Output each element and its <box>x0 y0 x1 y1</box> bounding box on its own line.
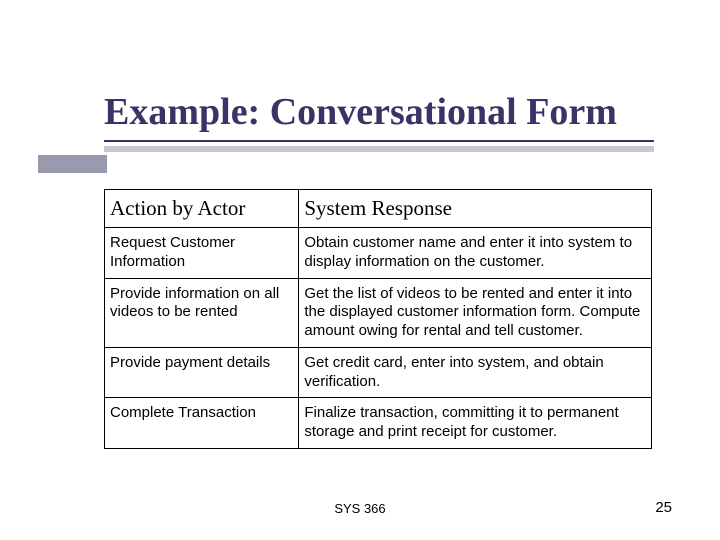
slide-title: Example: Conversational Form <box>104 90 644 140</box>
cell-system: Finalize transaction, committing it to p… <box>299 398 652 449</box>
table-row: Provide information on all videos to be … <box>105 278 652 347</box>
cell-system: Obtain customer name and enter it into s… <box>299 228 652 279</box>
table-row: Provide payment details Get credit card,… <box>105 347 652 398</box>
title-underline-light <box>104 146 654 152</box>
title-group: Example: Conversational Form <box>104 90 644 152</box>
cell-actor: Complete Transaction <box>105 398 299 449</box>
footer-course: SYS 366 <box>0 501 720 516</box>
accent-bar <box>38 155 107 173</box>
cell-actor: Provide payment details <box>105 347 299 398</box>
header-actor: Action by Actor <box>105 190 299 228</box>
header-system: System Response <box>299 190 652 228</box>
table-header-row: Action by Actor System Response <box>105 190 652 228</box>
cell-actor: Provide information on all videos to be … <box>105 278 299 347</box>
title-underline-dark <box>104 140 654 142</box>
cell-actor: Request Customer Information <box>105 228 299 279</box>
cell-system: Get the list of videos to be rented and … <box>299 278 652 347</box>
table-row: Complete Transaction Finalize transactio… <box>105 398 652 449</box>
conversational-form-table: Action by Actor System Response Request … <box>104 189 652 449</box>
table-row: Request Customer Information Obtain cust… <box>105 228 652 279</box>
footer-page-number: 25 <box>655 499 672 516</box>
cell-system: Get credit card, enter into system, and … <box>299 347 652 398</box>
